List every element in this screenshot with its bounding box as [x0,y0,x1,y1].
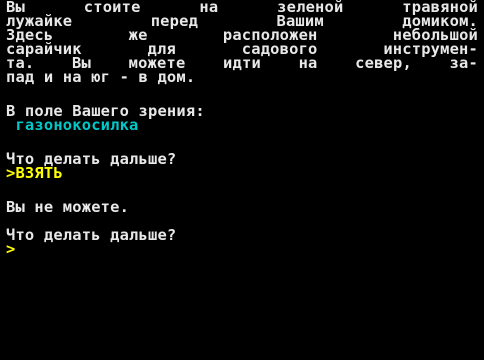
prompt-question: Что делать дальше? [6,226,177,244]
room-description-line: пад и на юг - в дом. [6,68,196,86]
user-command: ВЗЯТЬ [15,164,63,182]
prompt-arrow-icon: > [6,240,16,258]
game-screen: Вы стоите на зеленой травяной лужайке пе… [0,0,484,360]
command-input-line[interactable]: > [6,240,16,258]
visible-item: газонокосилка [6,116,139,134]
command-history-line: >ВЗЯТЬ [6,164,63,182]
game-response: Вы не можете. [6,198,130,216]
